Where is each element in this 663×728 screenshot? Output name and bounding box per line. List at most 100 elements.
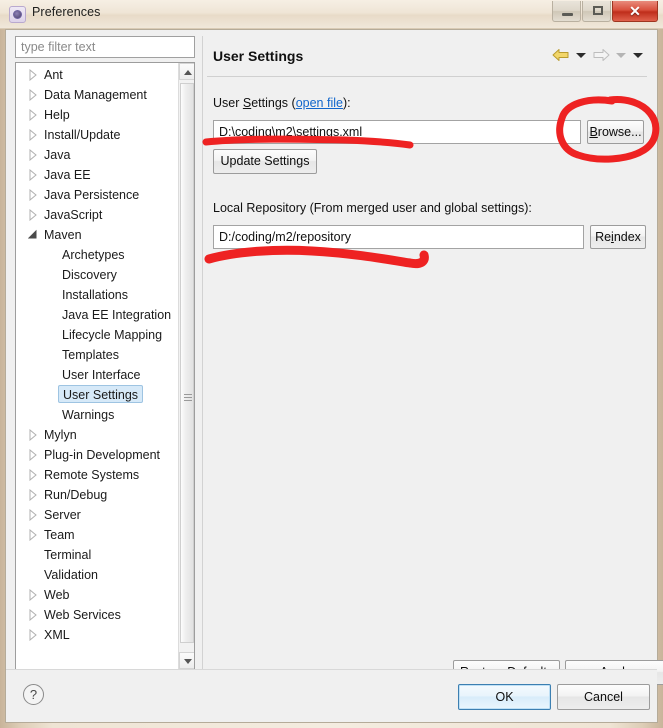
tree-item-label: Plug-in Development	[44, 448, 161, 462]
maximize-button[interactable]	[582, 1, 611, 22]
expand-arrow-icon-closed[interactable]	[28, 209, 38, 221]
back-arrow-icon[interactable]	[551, 46, 571, 64]
tree-item-label: Warnings	[62, 408, 115, 422]
user-settings-label: User Settings (open file):	[213, 96, 351, 110]
expand-arrow-icon-closed[interactable]	[28, 449, 38, 461]
view-menu-icon[interactable]	[631, 46, 645, 64]
filter-input[interactable]	[15, 36, 195, 58]
expand-arrow-icon-closed[interactable]	[28, 629, 38, 641]
restore-icon	[593, 6, 603, 15]
back-dropdown-icon[interactable]	[574, 46, 588, 64]
tree-item-label: Install/Update	[44, 128, 121, 142]
tree-item-label: Archetypes	[62, 248, 125, 262]
tree-item-label: Web	[44, 588, 70, 602]
tree-item-label: Java	[44, 148, 71, 162]
tree-item-install-update[interactable]: Install/Update	[16, 125, 174, 145]
page-navigation	[551, 46, 645, 64]
reindex-prefix: Re	[595, 229, 612, 244]
reindex-suffix: ndex	[613, 229, 641, 244]
user-settings-path-input[interactable]	[213, 120, 581, 144]
tree-item-ant[interactable]: Ant	[16, 65, 174, 85]
tree-item-label: Help	[44, 108, 70, 122]
close-icon: ✕	[629, 3, 641, 19]
expand-arrow-icon-closed[interactable]	[28, 149, 38, 161]
browse-label: rowse...	[597, 124, 642, 139]
tree-item-data-management[interactable]: Data Management	[16, 85, 174, 105]
expand-arrow-icon-closed[interactable]	[28, 69, 38, 81]
tree-item-label: Web Services	[44, 608, 121, 622]
open-file-link[interactable]: open file	[296, 96, 343, 110]
expand-arrow-icon-closed[interactable]	[28, 489, 38, 501]
tree-item-templates[interactable]: Templates	[16, 345, 174, 365]
tree-item-web-services[interactable]: Web Services	[16, 605, 174, 625]
tree-item-user-interface[interactable]: User Interface	[16, 365, 174, 385]
expand-arrow-icon-closed[interactable]	[28, 589, 38, 601]
tree-item-javascript[interactable]: JavaScript	[16, 205, 174, 225]
settings-page: User Settings User Settings (open file):…	[202, 36, 663, 685]
close-button[interactable]: ✕	[612, 1, 658, 22]
vertical-scroll-thumb[interactable]	[180, 83, 194, 643]
tree-item-java-ee[interactable]: Java EE	[16, 165, 174, 185]
tree-item-installations[interactable]: Installations	[16, 285, 174, 305]
title-separator	[207, 76, 647, 77]
expand-arrow-icon-closed[interactable]	[28, 89, 38, 101]
tree-item-plug-in-development[interactable]: Plug-in Development	[16, 445, 174, 465]
tree-vertical-scrollbar[interactable]	[178, 63, 194, 669]
tree-item-label: Installations	[62, 288, 129, 302]
expand-arrow-icon-closed[interactable]	[28, 509, 38, 521]
tree-item-java[interactable]: Java	[16, 145, 174, 165]
tree-item-java-ee-integration[interactable]: Java EE Integration	[16, 305, 174, 325]
tree-item-label: Templates	[62, 348, 119, 362]
window-controls: ✕	[551, 1, 658, 23]
tree-item-user-settings[interactable]: User Settings	[16, 385, 174, 405]
user-settings-label-mnemonic: S	[242, 96, 252, 110]
tree-item-discovery[interactable]: Discovery	[16, 265, 174, 285]
tree-item-help[interactable]: Help	[16, 105, 174, 125]
tree-item-label: User Settings	[58, 385, 144, 403]
tree-item-xml[interactable]: XML	[16, 625, 174, 645]
scroll-down-button[interactable]	[179, 652, 194, 669]
preferences-tree[interactable]: Ant Data Management Help Install/Update Java…	[15, 62, 195, 670]
tree-item-label: XML	[44, 628, 70, 642]
tree-item-mylyn[interactable]: Mylyn	[16, 425, 174, 445]
tree-item-label: Run/Debug	[44, 488, 108, 502]
caret-down-icon	[184, 659, 192, 664]
expand-arrow-icon-closed[interactable]	[28, 469, 38, 481]
minimize-button[interactable]	[552, 1, 581, 22]
expand-arrow-icon-closed[interactable]	[28, 109, 38, 121]
preferences-window: Preferences ✕ Ant Data Management Help Inst…	[0, 0, 663, 728]
reindex-button[interactable]: Reindex	[590, 225, 646, 249]
expand-arrow-icon-closed[interactable]	[28, 169, 38, 181]
tree-item-label: Validation	[44, 568, 98, 582]
tree-item-maven[interactable]: Maven	[16, 225, 174, 245]
tree-item-web[interactable]: Web	[16, 585, 174, 605]
tree-item-run-debug[interactable]: Run/Debug	[16, 485, 174, 505]
tree-item-terminal[interactable]: Terminal	[16, 545, 174, 565]
expand-arrow-icon-open[interactable]	[28, 229, 38, 241]
ok-button[interactable]: OK	[458, 684, 551, 710]
cancel-button[interactable]: Cancel	[557, 684, 650, 710]
forward-arrow-icon	[591, 46, 611, 64]
expand-arrow-icon-closed[interactable]	[28, 609, 38, 621]
tree-item-server[interactable]: Server	[16, 505, 174, 525]
help-icon[interactable]: ?	[23, 684, 44, 705]
tree-item-remote-systems[interactable]: Remote Systems	[16, 465, 174, 485]
expand-arrow-icon-closed[interactable]	[28, 429, 38, 441]
tree-item-java-persistence[interactable]: Java Persistence	[16, 185, 174, 205]
expand-arrow-icon-closed[interactable]	[28, 129, 38, 141]
tree-item-team[interactable]: Team	[16, 525, 174, 545]
tree-item-validation[interactable]: Validation	[16, 565, 174, 585]
expand-arrow-icon-closed[interactable]	[28, 529, 38, 541]
scroll-up-button[interactable]	[179, 63, 194, 80]
forward-dropdown-icon	[614, 46, 628, 64]
tree-item-list: Ant Data Management Help Install/Update Java…	[16, 65, 174, 645]
tree-item-archetypes[interactable]: Archetypes	[16, 245, 174, 265]
scroll-grip-icon	[184, 394, 192, 401]
tree-item-warnings[interactable]: Warnings	[16, 405, 174, 425]
tree-item-label: Server	[44, 508, 81, 522]
update-settings-button[interactable]: Update Settings	[213, 149, 317, 174]
browse-button[interactable]: Browse...	[587, 120, 644, 144]
local-repository-input[interactable]	[213, 225, 584, 249]
tree-item-lifecycle-mapping[interactable]: Lifecycle Mapping	[16, 325, 174, 345]
expand-arrow-icon-closed[interactable]	[28, 189, 38, 201]
